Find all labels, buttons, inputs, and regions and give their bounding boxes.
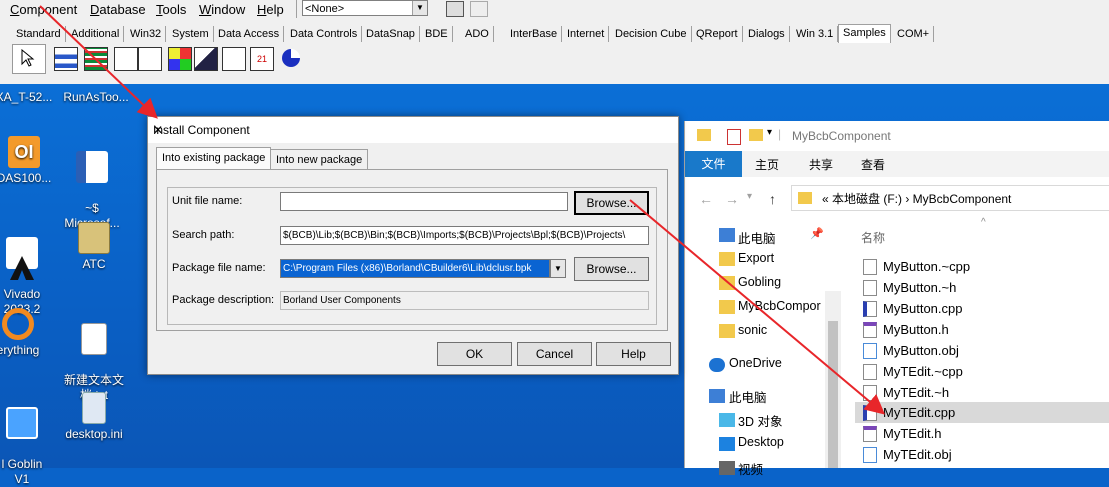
- annotation-arrow-menu-to-dialog: [39, 5, 158, 119]
- annotation-arrow-browse-to-file: [629, 199, 886, 415]
- annotation-arrows: [39, 5, 886, 415]
